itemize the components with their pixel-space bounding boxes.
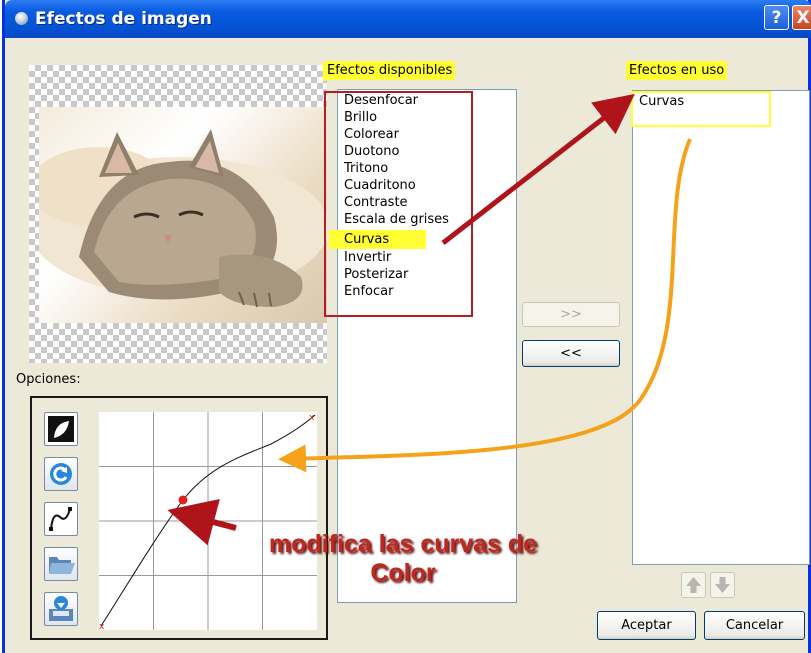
freehand-curve-button[interactable]: [44, 502, 78, 536]
reset-icon: [45, 463, 77, 494]
remove-effect-button[interactable]: <<: [522, 340, 620, 367]
accept-button[interactable]: Aceptar: [597, 611, 696, 640]
highlight-box-in-use: [631, 91, 771, 127]
highlight-box-available: [324, 91, 473, 317]
arrow-down-icon: [711, 577, 734, 601]
reset-curve-button[interactable]: [44, 457, 78, 491]
move-down-button[interactable]: [710, 572, 735, 598]
open-curve-button[interactable]: [44, 547, 78, 581]
available-effects-label: Efectos disponibles: [324, 61, 456, 80]
invert-curve-icon: [45, 416, 77, 449]
close-button[interactable]: X: [792, 5, 811, 30]
save-icon: [45, 596, 77, 629]
help-button[interactable]: ?: [764, 5, 789, 30]
invert-curve-button[interactable]: [44, 412, 78, 446]
image-preview: [29, 65, 327, 363]
effects-in-use-label: Efectos en uso: [626, 61, 728, 80]
arrow-up-icon: [682, 577, 705, 601]
move-up-button[interactable]: [681, 572, 706, 598]
curve-editor[interactable]: x x: [99, 412, 317, 632]
curve-end-point: x: [309, 413, 315, 423]
kitten-photo: [39, 107, 327, 323]
open-folder-icon: [45, 557, 77, 584]
app-icon: [15, 12, 28, 25]
options-label: Opciones:: [16, 372, 81, 387]
add-effect-button[interactable]: >>: [522, 302, 620, 327]
effects-in-use-list[interactable]: Curvas: [632, 90, 810, 565]
curves-options-panel: x x: [30, 396, 328, 640]
save-curve-button[interactable]: [44, 592, 78, 626]
window-title: Efectos de imagen: [35, 9, 212, 29]
curve-control-point: [178, 495, 188, 505]
label-highlight-marker: [323, 62, 326, 81]
annotation-text: modifica las curvas de Color: [268, 530, 538, 587]
title-bar[interactable]: Efectos de imagen ? X: [5, 0, 811, 38]
freehand-curve-icon: [45, 507, 77, 539]
curve-start-point: x: [99, 622, 105, 630]
cancel-button[interactable]: Cancelar: [704, 611, 805, 640]
